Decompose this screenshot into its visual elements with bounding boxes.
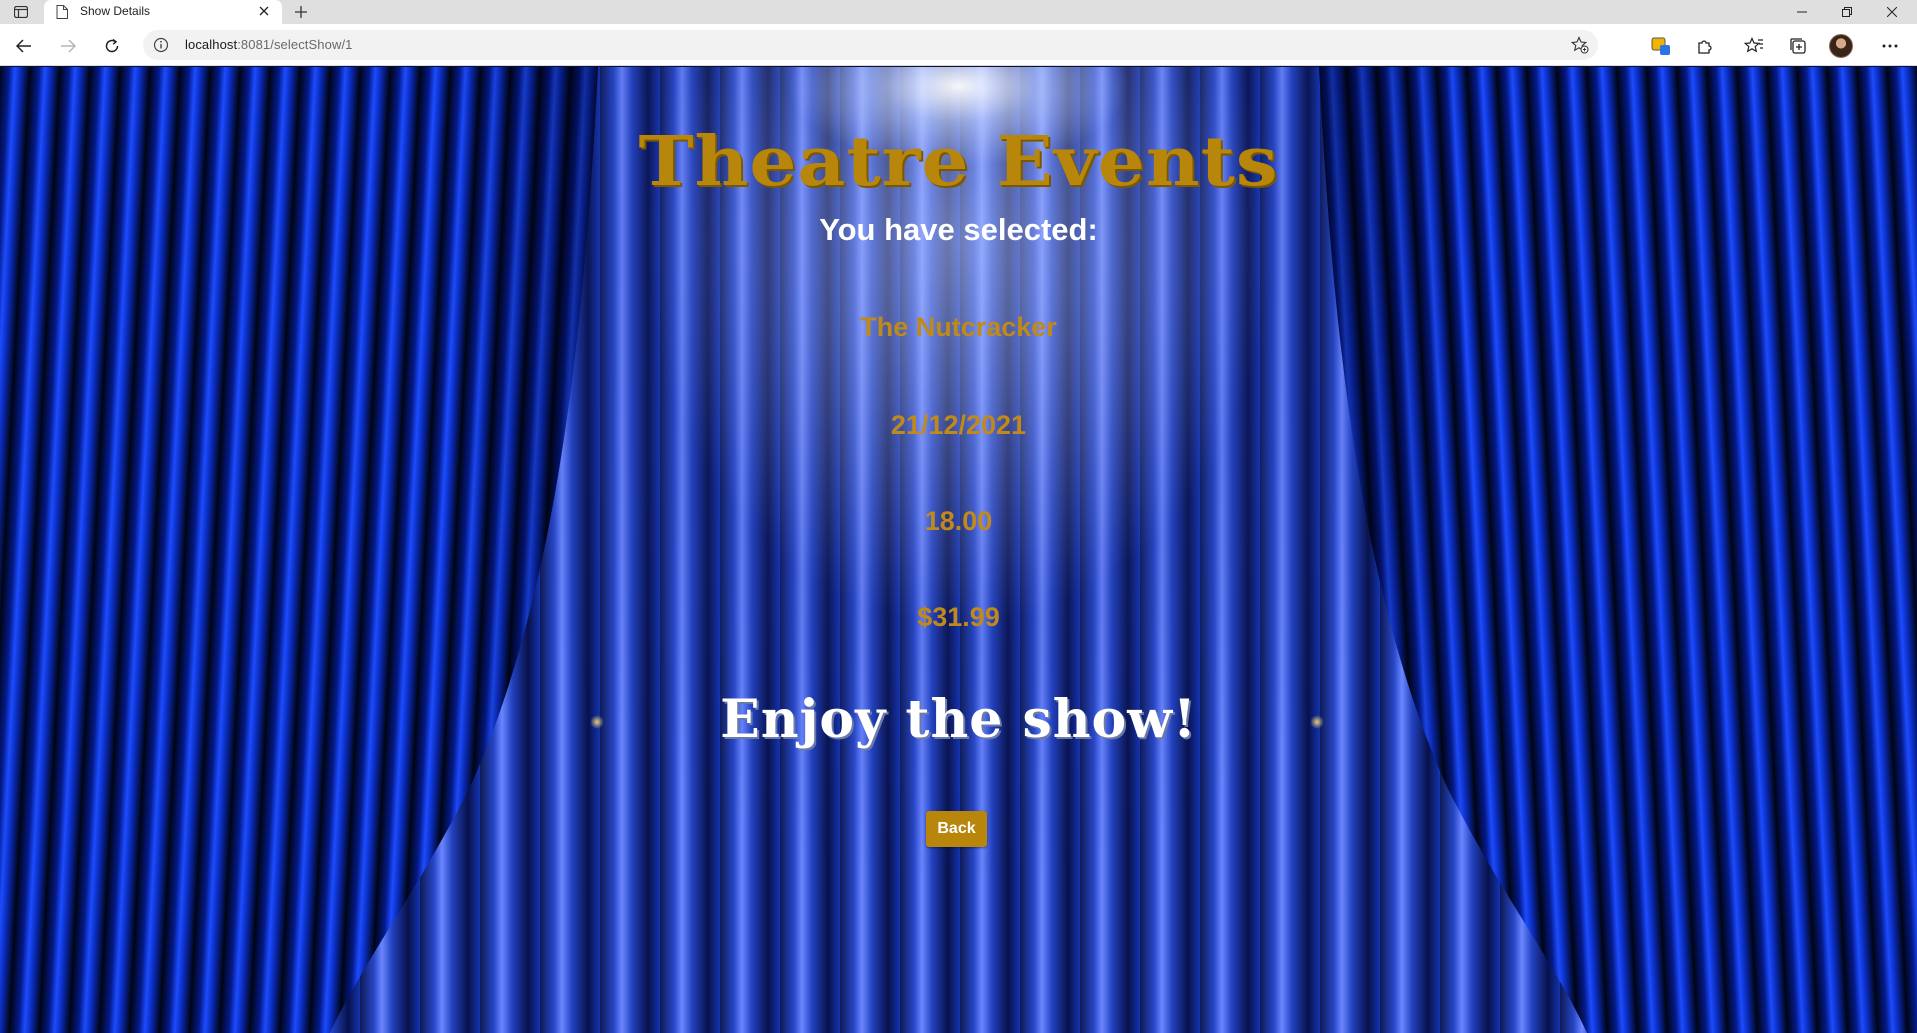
selection-heading: You have selected: <box>819 212 1098 247</box>
show-date: 21/12/2021 <box>890 410 1027 440</box>
url-text: localhost:8081/selectShow/1 <box>185 37 352 52</box>
refresh-icon[interactable] <box>98 32 126 60</box>
new-tab-icon[interactable] <box>290 2 312 22</box>
profile-avatar[interactable] <box>1829 34 1853 58</box>
address-bar[interactable]: localhost:8081/selectShow/1 <box>143 30 1598 60</box>
browser-titlebar: Show Details <box>0 0 1917 28</box>
browser-toolbar: localhost:8081/selectShow/1 <box>0 24 1917 66</box>
show-price: $31.99 <box>917 602 1000 632</box>
show-time: 18.00 <box>924 506 993 536</box>
url-path: :8081/selectShow/1 <box>237 37 353 52</box>
favorites-icon[interactable] <box>1740 32 1768 60</box>
close-tab-icon[interactable] <box>256 3 272 19</box>
tab-actions-icon[interactable] <box>8 2 34 22</box>
info-icon[interactable] <box>153 37 169 53</box>
url-host: localhost <box>185 37 238 52</box>
tab-title: Show Details <box>80 4 151 18</box>
add-favorite-icon[interactable] <box>1570 35 1590 55</box>
close-window-icon[interactable] <box>1870 0 1914 24</box>
page-icon <box>56 5 70 19</box>
minimize-icon[interactable] <box>1780 0 1824 24</box>
extension-badge-icon[interactable] <box>1647 32 1675 60</box>
forward-arrow-icon[interactable] <box>54 32 82 60</box>
back-arrow-icon[interactable] <box>10 32 38 60</box>
page-stage: Theatre Events You have selected: The Nu… <box>0 67 1917 1033</box>
show-details-panel: Theatre Events You have selected: The Nu… <box>0 67 1917 1033</box>
collections-icon[interactable] <box>1784 32 1812 60</box>
show-name: The Nutcracker <box>860 312 1057 342</box>
more-menu-icon[interactable] <box>1876 32 1904 60</box>
back-button[interactable]: Back <box>926 811 987 847</box>
restore-icon[interactable] <box>1825 0 1869 24</box>
page-title: Theatre Events <box>638 122 1279 202</box>
closing-message: Enjoy the show! <box>720 689 1197 750</box>
extensions-puzzle-icon[interactable] <box>1691 32 1719 60</box>
